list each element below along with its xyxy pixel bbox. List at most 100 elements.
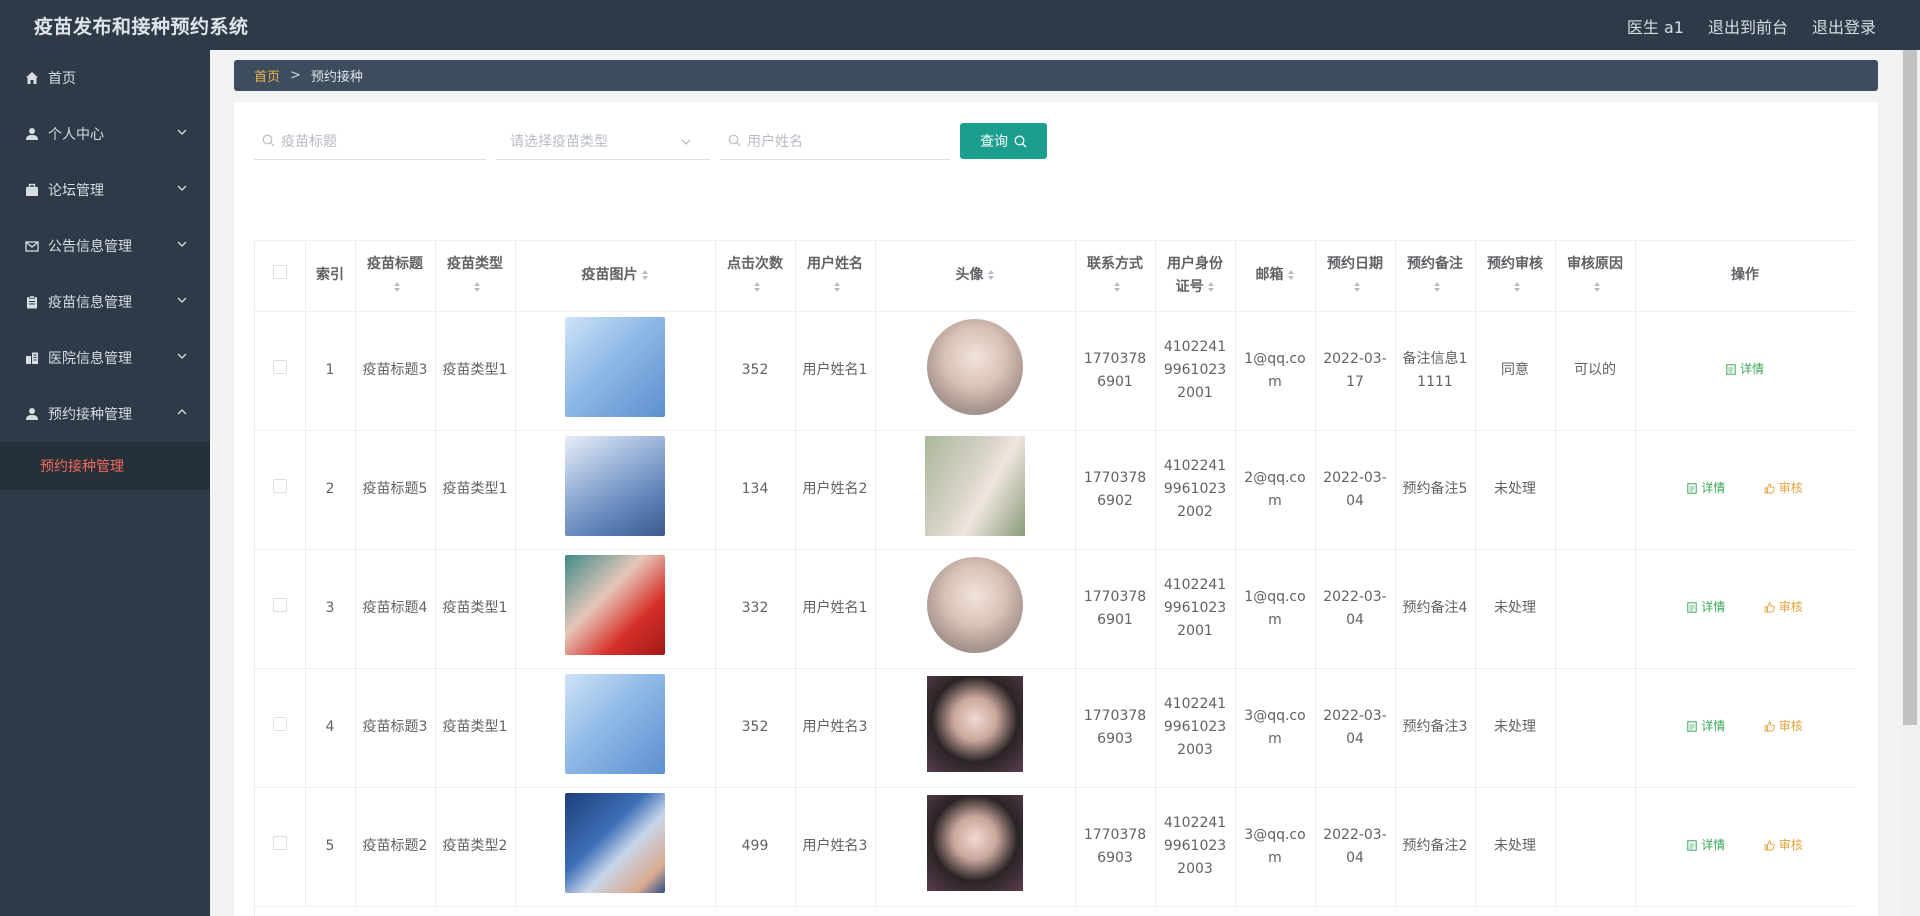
sort-icon[interactable] — [833, 281, 841, 293]
review-button[interactable]: 审核 — [1764, 715, 1803, 738]
sort-icon[interactable] — [1593, 281, 1601, 293]
cell-clicks: 134 — [715, 430, 796, 550]
table-header-row: 索引 疫苗标题 疫苗类型 疫苗图片 点击次数 用户姓名 头像 联系方式 用户身份… — [255, 241, 1854, 312]
sidebar-item-personal-center[interactable]: 个人中心 — [0, 106, 210, 162]
cell-review: 未处理 — [1475, 549, 1556, 669]
row-checkbox[interactable] — [272, 479, 287, 493]
header-review[interactable]: 预约审核 — [1475, 241, 1556, 312]
cell-phone: 17703786903 — [1075, 668, 1156, 788]
header-vaccine-type[interactable]: 疫苗类型 — [435, 241, 516, 312]
cell-email: 1@qq.com — [1235, 311, 1316, 431]
header-date[interactable]: 预约日期 — [1315, 241, 1396, 312]
header-clicks[interactable]: 点击次数 — [715, 241, 796, 312]
query-button-label: 查询 — [980, 134, 1008, 150]
cell-review: 未处理 — [1475, 430, 1556, 550]
scrollbar-thumb[interactable] — [1903, 50, 1917, 725]
row-checkbox[interactable] — [272, 598, 287, 612]
sidebar: 首页 个人中心 论坛管理 公告信息管理 疫苗信息管理 医院信息管理 预约接种管理… — [0, 50, 210, 916]
sort-icon[interactable] — [1433, 281, 1441, 293]
cell-id-card: 410224199610232002 — [1155, 430, 1236, 550]
sidebar-item-home[interactable]: 首页 — [0, 50, 210, 106]
detail-button[interactable]: 详情 — [1687, 596, 1725, 619]
sort-icon[interactable] — [641, 269, 649, 281]
cell-index: 2 — [305, 430, 356, 550]
header-avatar[interactable]: 头像 — [875, 241, 1076, 312]
detail-button[interactable]: 详情 — [1687, 715, 1725, 738]
cell-reason: 可以的 — [1555, 311, 1636, 431]
cell-reason — [1555, 549, 1636, 669]
vaccine-image — [565, 316, 665, 417]
cell-vaccine-type: 疫苗类型1 — [435, 311, 516, 431]
sidebar-item-hospital-info[interactable]: 医院信息管理 — [0, 330, 210, 386]
row-checkbox[interactable] — [272, 360, 287, 374]
sort-icon[interactable] — [393, 281, 401, 293]
exit-to-front-link[interactable]: 退出到前台 — [1708, 14, 1788, 38]
header-note[interactable]: 预约备注 — [1395, 241, 1476, 312]
thumbs-up-icon — [1764, 721, 1775, 732]
cell-id-card: 410224199610232001 — [1155, 311, 1236, 431]
row-checkbox[interactable] — [272, 717, 287, 731]
vaccine-image — [565, 435, 665, 536]
cell-review: 同意 — [1475, 311, 1556, 431]
cell-vaccine-title: 疫苗标题2 — [355, 787, 436, 907]
header-reason[interactable]: 审核原因 — [1555, 241, 1636, 312]
sidebar-item-vaccine-info[interactable]: 疫苗信息管理 — [0, 274, 210, 330]
cell-review: 未处理 — [1475, 668, 1556, 788]
logout-link[interactable]: 退出登录 — [1812, 14, 1876, 38]
search-bar: 疫苗标题 请选择疫苗类型 用户姓名 查询 — [254, 122, 1047, 160]
sidebar-item-forum[interactable]: 论坛管理 — [0, 162, 210, 218]
cell-note: 预约备注5 — [1395, 430, 1476, 550]
sort-icon[interactable] — [1353, 281, 1361, 293]
sort-icon[interactable] — [1207, 281, 1215, 293]
sidebar-item-announcements[interactable]: 公告信息管理 — [0, 218, 210, 274]
select-all-checkbox-cell[interactable] — [255, 241, 306, 312]
sort-icon[interactable] — [1513, 281, 1521, 293]
cell-email: 3@qq.com — [1235, 668, 1316, 788]
detail-button[interactable]: 详情 — [1687, 834, 1725, 857]
sort-icon[interactable] — [987, 269, 995, 281]
home-icon — [24, 70, 40, 86]
detail-button[interactable]: 详情 — [1726, 358, 1764, 381]
review-button[interactable]: 审核 — [1764, 477, 1803, 500]
sort-icon[interactable] — [473, 281, 481, 293]
user-icon — [24, 406, 40, 422]
cell-vaccine-type: 疫苗类型1 — [435, 549, 516, 669]
detail-button[interactable]: 详情 — [1687, 477, 1725, 500]
sort-icon[interactable] — [1113, 281, 1121, 293]
header-user-name[interactable]: 用户姓名 — [795, 241, 876, 312]
header-id-card[interactable]: 用户身份证号 — [1155, 241, 1236, 312]
header-vaccine-title[interactable]: 疫苗标题 — [355, 241, 436, 312]
sidebar-item-appointment[interactable]: 预约接种管理 — [0, 386, 210, 442]
avatar — [925, 435, 1025, 536]
header-email[interactable]: 邮箱 — [1235, 241, 1316, 312]
sidebar-item-label: 公告信息管理 — [48, 239, 132, 255]
briefcase-icon — [24, 182, 40, 198]
cell-date: 2022-03-04 — [1315, 430, 1396, 550]
header-phone[interactable]: 联系方式 — [1075, 241, 1156, 312]
user-name-input[interactable]: 用户姓名 — [720, 122, 950, 160]
breadcrumb-home-link[interactable]: 首页 — [254, 66, 280, 85]
vaccine-image — [565, 792, 665, 893]
review-button[interactable]: 审核 — [1764, 834, 1803, 857]
select-all-checkbox[interactable] — [272, 265, 287, 280]
table-row: 3 疫苗标题4 疫苗类型1 332 用户姓名1 17703786901 4102… — [255, 549, 1854, 669]
review-button[interactable]: 审核 — [1764, 596, 1803, 619]
cell-note: 备注信息11111 — [1395, 311, 1476, 431]
row-checkbox[interactable] — [272, 836, 287, 850]
avatar — [927, 556, 1023, 653]
header-vaccine-image[interactable]: 疫苗图片 — [515, 241, 716, 312]
document-icon — [1687, 483, 1697, 494]
vaccine-title-placeholder: 疫苗标题 — [281, 133, 337, 150]
query-button[interactable]: 查询 — [960, 123, 1047, 159]
vaccine-title-input[interactable]: 疫苗标题 — [254, 122, 486, 160]
cell-note: 预约备注2 — [1395, 787, 1476, 907]
sort-icon[interactable] — [1287, 269, 1295, 281]
sidebar-subitem-appointment-management[interactable]: 预约接种管理 — [0, 442, 210, 490]
cell-index: 4 — [305, 668, 356, 788]
page-scrollbar[interactable] — [1900, 50, 1920, 916]
top-header: 疫苗发布和接种预约系统 医生 a1 退出到前台 退出登录 — [0, 0, 1920, 50]
sort-icon[interactable] — [753, 281, 761, 293]
vaccine-type-select[interactable]: 请选择疫苗类型 — [496, 122, 710, 160]
cell-email: 1@qq.com — [1235, 549, 1316, 669]
search-icon — [728, 134, 741, 147]
